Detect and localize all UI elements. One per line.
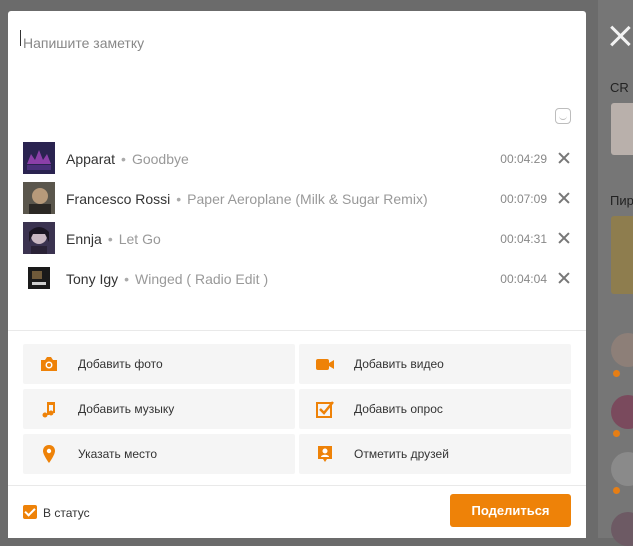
add-photo-button[interactable]: Добавить фото — [23, 344, 295, 384]
music-note-icon — [42, 402, 55, 418]
track-title: Paper Aeroplane (Milk & Sugar Remix) — [187, 191, 428, 207]
tag-friends-label: Отметить друзей — [354, 447, 449, 461]
separator-dot: • — [121, 151, 126, 167]
album-cover-image — [23, 142, 55, 174]
background-avatar — [611, 512, 633, 546]
online-indicator — [612, 429, 621, 438]
album-cover-image — [23, 182, 55, 214]
status-label: В статус — [43, 506, 90, 520]
add-music-button[interactable]: Добавить музыку — [23, 389, 295, 429]
background-thumbnail — [611, 216, 633, 294]
remove-track-icon[interactable] — [557, 231, 571, 245]
online-indicator — [612, 486, 621, 495]
add-location-button[interactable]: Указать место — [23, 434, 295, 474]
track-artist: Tony Igy — [66, 271, 119, 287]
add-poll-label: Добавить опрос — [354, 402, 443, 416]
add-location-label: Указать место — [78, 447, 158, 461]
divider — [8, 330, 586, 331]
track-title: Winged ( Radio Edit ) — [135, 271, 269, 287]
text-cursor — [20, 30, 21, 46]
track-item: Apparat • Goodbye 00:04:29 — [23, 139, 571, 179]
close-icon[interactable] — [606, 22, 633, 50]
video-camera-icon — [316, 359, 334, 370]
track-item: Tony Igy • Winged ( Radio Edit ) 00:04:04 — [23, 259, 571, 299]
status-checkbox[interactable] — [23, 505, 37, 519]
separator-dot: • — [124, 271, 130, 287]
location-pin-icon — [43, 445, 55, 463]
background-thumbnail — [611, 103, 633, 155]
track-artist: Ennja — [66, 231, 102, 247]
tag-friends-button[interactable]: Отметить друзей — [299, 434, 571, 474]
track-title: Let Go — [118, 231, 161, 247]
share-button[interactable]: Поделиться — [450, 494, 571, 527]
track-artist: Francesco Rossi — [66, 191, 171, 207]
track-duration: 00:07:09 — [500, 192, 547, 206]
track-title: Goodbye — [131, 151, 189, 167]
tag-friends-icon — [318, 446, 332, 462]
note-composer-modal: Apparat • Goodbye 00:04:29 Francesco Rossi… — [8, 11, 586, 538]
track-duration: 00:04:31 — [500, 232, 547, 246]
album-cover-image — [23, 222, 55, 254]
track-item: Ennja • Let Go 00:04:31 — [23, 219, 571, 259]
note-input[interactable] — [23, 28, 553, 58]
add-music-label: Добавить музыку — [78, 402, 175, 416]
divider — [8, 485, 586, 486]
track-duration: 00:04:29 — [500, 152, 547, 166]
emoji-icon[interactable] — [555, 108, 571, 124]
add-video-button[interactable]: Добавить видео — [299, 344, 571, 384]
track-artist: Apparat — [66, 151, 116, 167]
remove-track-icon[interactable] — [557, 151, 571, 165]
online-indicator — [612, 369, 621, 378]
track-item: Francesco Rossi • Paper Aeroplane (Milk & … — [23, 179, 571, 219]
add-photo-label: Добавить фото — [78, 357, 163, 371]
add-poll-button[interactable]: Добавить опрос — [299, 389, 571, 429]
track-duration: 00:04:04 — [500, 272, 547, 286]
album-cover-image — [23, 262, 55, 294]
add-video-label: Добавить видео — [354, 357, 444, 371]
remove-track-icon[interactable] — [557, 271, 571, 285]
attached-tracks-list: Apparat • Goodbye 00:04:29 Francesco Rossi… — [23, 139, 571, 299]
separator-dot: • — [107, 231, 113, 247]
poll-checkbox-icon — [316, 401, 334, 418]
remove-track-icon[interactable] — [557, 191, 571, 205]
background-label: CR — [610, 80, 629, 95]
camera-icon — [41, 357, 57, 371]
background-label: Пир — [610, 193, 633, 208]
separator-dot: • — [176, 191, 182, 207]
